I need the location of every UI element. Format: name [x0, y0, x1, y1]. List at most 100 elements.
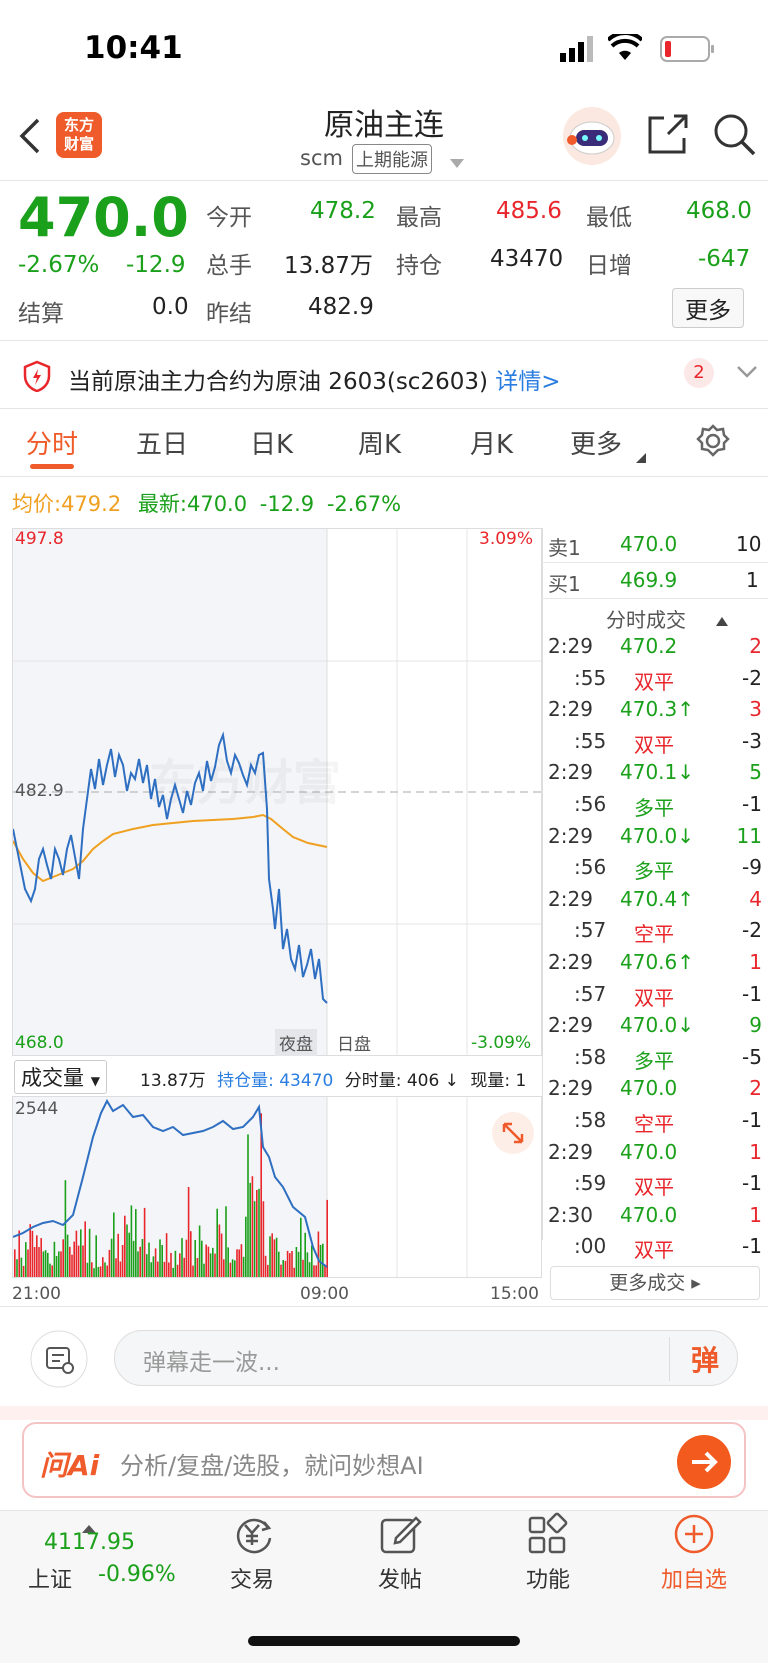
- volume-bar: [128, 1232, 130, 1277]
- volume-bar: [262, 1201, 265, 1277]
- trade-icon[interactable]: [230, 1512, 274, 1560]
- arrow-right-icon: [676, 1434, 732, 1494]
- trade-time: 2:29: [548, 1076, 593, 1100]
- tick-trades-header[interactable]: 分时成交: [606, 604, 686, 633]
- volume-bar: [22, 1265, 25, 1277]
- ai-assistant-bar[interactable]: 问Ai 分析/复盘/选股，就问妙想AI: [22, 1422, 746, 1498]
- volume-bar: [47, 1252, 49, 1277]
- trade-time: :55: [574, 729, 607, 753]
- trade-qty: -2: [742, 666, 762, 690]
- trade-qty: 2: [749, 634, 762, 658]
- search-icon[interactable]: [712, 112, 756, 160]
- volume-bar: [121, 1245, 124, 1277]
- volume-bar: [306, 1252, 309, 1277]
- nav-post[interactable]: 发帖: [364, 1562, 436, 1594]
- nav-add-watchlist[interactable]: 加自选: [650, 1562, 738, 1594]
- trade-price: 多平: [634, 796, 674, 820]
- trade-qty: -3: [742, 729, 762, 753]
- volume-bar: [258, 1188, 260, 1277]
- volume-bar: [20, 1257, 23, 1277]
- volume-bar: [82, 1245, 84, 1277]
- volume-bar: [73, 1241, 75, 1277]
- trade-qty: 1: [749, 1203, 762, 1227]
- volume-bar: [86, 1262, 89, 1277]
- chevron-down-icon[interactable]: [736, 364, 758, 384]
- day-session-label: 日盘: [337, 1035, 371, 1055]
- volume-bar: [143, 1207, 146, 1277]
- tab-five-day[interactable]: 五日: [136, 424, 188, 461]
- danmu-list-icon[interactable]: [30, 1330, 88, 1392]
- danmu-input[interactable]: 弹幕走一波... 弹: [114, 1330, 738, 1386]
- volume-bar: [249, 1182, 251, 1277]
- volume-bar: [198, 1225, 201, 1277]
- x-mid-label: 09:00: [300, 1284, 349, 1304]
- volume-bar: [60, 1251, 62, 1277]
- volume-bar: [106, 1265, 108, 1277]
- volume-bar: [196, 1258, 199, 1277]
- tab-daily-k[interactable]: 日K: [250, 424, 293, 461]
- more-trades-button[interactable]: 更多成交 ▸: [550, 1266, 760, 1300]
- gear-icon[interactable]: [696, 424, 730, 462]
- trade-qty: -1: [742, 1234, 762, 1258]
- last-price: 470.0: [18, 186, 189, 249]
- volume-bar: [231, 1259, 234, 1277]
- volume-bar: [29, 1224, 31, 1277]
- grid-icon[interactable]: [526, 1512, 570, 1560]
- dropdown-icon[interactable]: [450, 154, 464, 173]
- expand-icon[interactable]: [491, 1111, 535, 1159]
- volume-bar: [269, 1236, 271, 1277]
- nav-functions[interactable]: 功能: [512, 1562, 584, 1594]
- volume-bar: [55, 1256, 58, 1277]
- volume-bar: [132, 1240, 135, 1277]
- high-label: 最高: [396, 205, 442, 231]
- trade-qty: -1: [742, 1108, 762, 1132]
- volume-bar: [163, 1261, 166, 1277]
- volume-selector[interactable]: 成交量 ▼: [14, 1060, 107, 1094]
- alert-shield-icon: [22, 360, 52, 396]
- buy1-qty: 1: [746, 568, 759, 592]
- trade-price: 470.4↑: [620, 887, 695, 911]
- clock: 10:41: [84, 30, 183, 66]
- volume-bar: [317, 1231, 320, 1277]
- add-circle-icon[interactable]: [672, 1512, 716, 1560]
- danmu-send-icon: 弹: [691, 1344, 720, 1377]
- volume-bar: [27, 1249, 29, 1277]
- details-link[interactable]: 详情>: [495, 369, 560, 395]
- volume-bar: [97, 1266, 100, 1277]
- volume-chart[interactable]: 2544: [12, 1096, 542, 1278]
- trade-qty: 2: [749, 1076, 762, 1100]
- volume-bar: [157, 1261, 159, 1277]
- trade-price: 470.6↑: [620, 950, 695, 974]
- volume-bar: [124, 1215, 126, 1277]
- change-value: -12.9: [126, 252, 186, 278]
- tab-weekly-k[interactable]: 周K: [358, 424, 401, 461]
- sell1-label: 卖1: [548, 536, 581, 560]
- volume-bar: [289, 1253, 291, 1277]
- trade-qty: 1: [749, 1140, 762, 1164]
- tab-monthly-k[interactable]: 月K: [470, 424, 513, 461]
- volume-bar: [18, 1230, 20, 1277]
- volume-bar: [14, 1249, 16, 1277]
- volume-bar: [71, 1254, 73, 1277]
- volume-bar: [102, 1257, 104, 1277]
- volume-bar: [300, 1217, 302, 1277]
- share-icon[interactable]: [646, 112, 690, 160]
- main-contract-notice[interactable]: 当前原油主力合约为原油 2603(sc2603) 详情>: [68, 362, 561, 396]
- post-icon[interactable]: [378, 1512, 422, 1560]
- robot-avatar-icon[interactable]: [562, 106, 622, 170]
- more-button[interactable]: 更多: [672, 288, 744, 328]
- high-value: 485.6: [496, 198, 562, 224]
- volume-bar: [42, 1251, 45, 1277]
- volume-bar: [264, 1255, 267, 1277]
- daily-inc-label: 日增: [586, 253, 632, 279]
- sort-up-icon: [716, 612, 728, 631]
- index-value[interactable]: 4117.95: [44, 1530, 135, 1555]
- nav-trade[interactable]: 交易: [216, 1562, 288, 1594]
- trade-price: 多平: [634, 859, 674, 883]
- trade-time: :56: [574, 855, 607, 879]
- volume-bar: [33, 1247, 36, 1277]
- tab-more[interactable]: 更多: [570, 424, 622, 461]
- buy1-label: 买1: [548, 572, 581, 596]
- intraday-price-chart[interactable]: 东方财富 497.8 482.9 468.0 3.09% -3.09% 夜盘 日…: [12, 528, 542, 1056]
- tab-intraday[interactable]: 分时: [26, 424, 78, 461]
